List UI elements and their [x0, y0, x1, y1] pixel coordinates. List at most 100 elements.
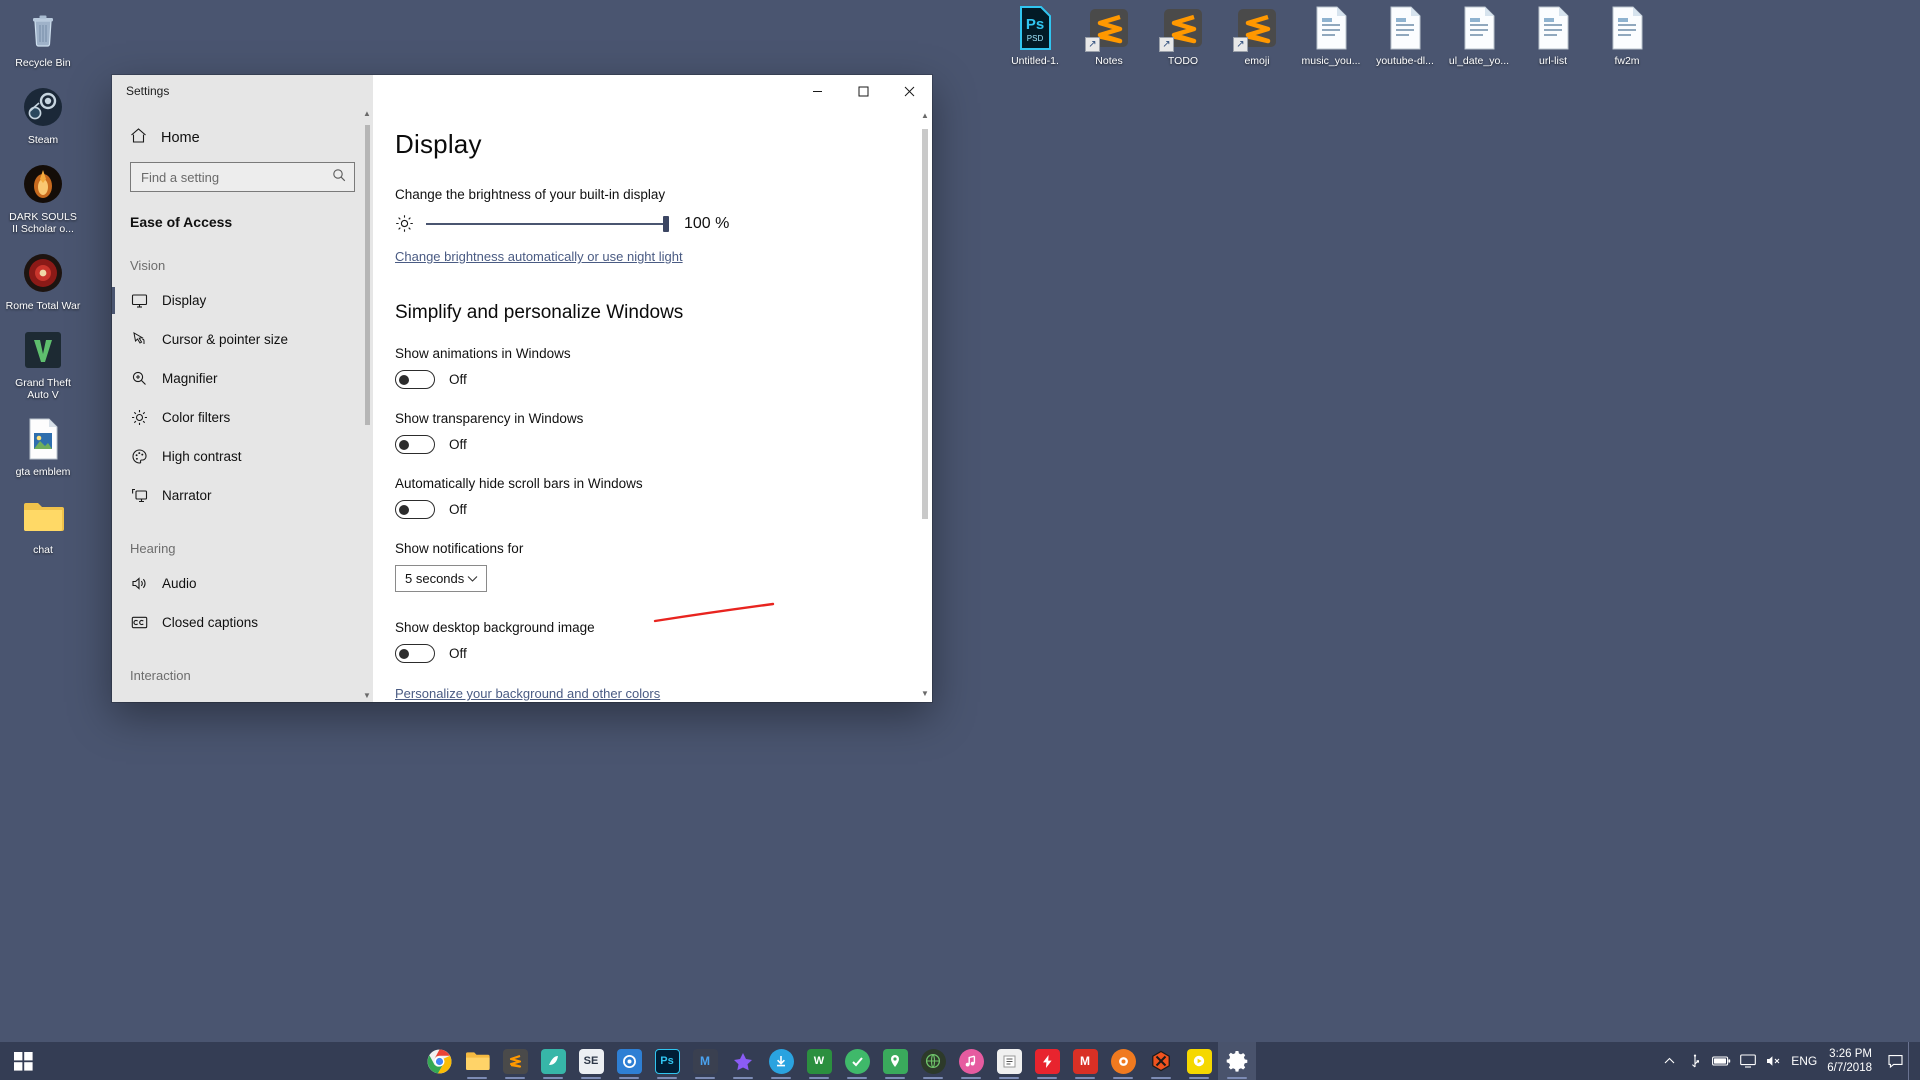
scroll-down-icon[interactable]: ▼	[921, 689, 929, 698]
window-controls	[373, 75, 932, 107]
brightness-value: 100 %	[684, 215, 730, 232]
taskbar-app-note[interactable]	[990, 1042, 1028, 1080]
action-center-icon[interactable]	[1882, 1042, 1908, 1080]
taskbar-app-globe[interactable]	[914, 1042, 952, 1080]
taskbar-apps: SE Ps M W M	[420, 1042, 1256, 1080]
search-input[interactable]	[141, 169, 332, 185]
taskbar-app-green[interactable]	[838, 1042, 876, 1080]
taskbar-app-hexagon[interactable]	[1142, 1042, 1180, 1080]
change-brightness-link[interactable]: Change brightness automatically or use n…	[395, 249, 683, 264]
taskbar-app-orange[interactable]	[1104, 1042, 1142, 1080]
content-scrollbar-thumb[interactable]	[922, 129, 928, 519]
brightness-slider-row: 100 %	[395, 214, 918, 234]
brightness-slider[interactable]	[426, 214, 669, 234]
desktop-icon-music-you[interactable]: music_you...	[1294, 4, 1368, 67]
taskbar-app-bolt[interactable]	[1028, 1042, 1066, 1080]
taskbar-running-indicator	[1189, 1077, 1209, 1079]
image-file-icon	[19, 415, 67, 463]
personalize-background-link[interactable]: Personalize your background and other co…	[395, 686, 660, 701]
show-transparency-toggle[interactable]	[395, 435, 435, 454]
desktop-icon-label: youtube-dl...	[1376, 55, 1434, 67]
sidebar-item-audio[interactable]: Audio	[112, 564, 373, 603]
taskbar-app-teal[interactable]	[534, 1042, 572, 1080]
desktop-icon-rome-total-war[interactable]: Rome Total War	[4, 249, 82, 312]
desktop-icon-ul-date-yo[interactable]: ul_date_yo...	[1442, 4, 1516, 67]
sidebar-item-color-filters[interactable]: Color filters	[112, 398, 373, 437]
taskbar-app-map[interactable]	[876, 1042, 914, 1080]
clock[interactable]: 3:26 PM 6/7/2018	[1821, 1042, 1882, 1080]
volume-icon[interactable]	[1761, 1042, 1787, 1080]
taskbar-app-file-explorer[interactable]	[458, 1042, 496, 1080]
sidebar-item-home[interactable]: Home	[112, 117, 373, 158]
scroll-up-icon[interactable]: ▲	[921, 111, 929, 120]
desktop-icon-fw2m[interactable]: fw2m	[1590, 4, 1664, 67]
desktop-icon-url-list[interactable]: url-list	[1516, 4, 1590, 67]
taskbar-app-gmail[interactable]: M	[1066, 1042, 1104, 1080]
notification-duration-dropdown[interactable]: 5 seconds	[395, 565, 487, 592]
taskbar-app-photoshop[interactable]: Ps	[648, 1042, 686, 1080]
scroll-up-icon[interactable]: ▲	[363, 109, 371, 118]
desktop-icon-label: DARK SOULS II Scholar o...	[9, 211, 77, 236]
taskbar-app-sublime-text[interactable]	[496, 1042, 534, 1080]
scroll-down-icon[interactable]: ▼	[363, 691, 371, 700]
shortcut-arrow-icon: ↗	[1159, 37, 1174, 52]
desktop-icon-steam[interactable]: Steam	[4, 83, 82, 146]
sidebar-item-magnifier[interactable]: Magnifier	[112, 359, 373, 398]
taskbar-app-m[interactable]: M	[686, 1042, 724, 1080]
display-icon[interactable]	[1735, 1042, 1761, 1080]
sidebar-item-narrator[interactable]: Narrator	[112, 476, 373, 515]
desktop-icon-label: Grand Theft Auto V	[15, 377, 71, 402]
sidebar-scrollbar-thumb[interactable]	[365, 125, 370, 425]
desktop-icon-untitled-psd[interactable]: Ps PSD Untitled-1.	[998, 4, 1072, 67]
brightness-slider-thumb[interactable]	[663, 216, 669, 232]
search-icon[interactable]	[332, 168, 346, 187]
taskbar-running-indicator	[1227, 1077, 1247, 1079]
desktop-icon-label: emoji	[1244, 55, 1270, 67]
taskbar-app-se[interactable]: SE	[572, 1042, 610, 1080]
text-file-icon	[1307, 4, 1355, 52]
language-indicator[interactable]: ENG	[1787, 1042, 1821, 1080]
taskbar-app-download[interactable]	[762, 1042, 800, 1080]
desktop-icon-todo[interactable]: ↗ TODO	[1146, 4, 1220, 67]
start-button[interactable]	[0, 1042, 47, 1080]
show-desktop-button[interactable]	[1908, 1042, 1916, 1080]
search-box[interactable]	[130, 162, 355, 192]
sidebar-item-label: Magnifier	[162, 371, 218, 386]
show-animations-toggle[interactable]	[395, 370, 435, 389]
hide-scrollbars-toggle[interactable]	[395, 500, 435, 519]
content-scrollbar[interactable]: ▲ ▼	[918, 107, 932, 702]
minimize-button[interactable]	[794, 75, 840, 107]
close-button[interactable]	[886, 75, 932, 107]
chevron-up-icon[interactable]	[1656, 1042, 1682, 1080]
usb-icon[interactable]	[1682, 1042, 1708, 1080]
desktop-icon-chat[interactable]: chat	[4, 493, 82, 556]
taskbar-app-purple[interactable]	[724, 1042, 762, 1080]
battery-icon[interactable]	[1708, 1042, 1735, 1080]
taskbar-app-settings[interactable]	[1218, 1042, 1256, 1080]
desktop-icon-gta-emblem[interactable]: gta emblem	[4, 415, 82, 478]
desktop-icon-recycle-bin[interactable]: Recycle Bin	[4, 6, 82, 69]
taskbar-app-chrome[interactable]	[420, 1042, 458, 1080]
toggle-knob	[399, 648, 409, 659]
taskbar-app-itunes[interactable]	[952, 1042, 990, 1080]
desktop-icon-emoji[interactable]: ↗ emoji	[1220, 4, 1294, 67]
brightness-label: Change the brightness of your built-in d…	[395, 187, 666, 202]
taskbar-app-player[interactable]	[1180, 1042, 1218, 1080]
show-desktop-background-toggle[interactable]	[395, 644, 435, 663]
sublime-text-icon: ↗	[1085, 4, 1133, 52]
sidebar-item-cursor-pointer-size[interactable]: Cursor & pointer size	[112, 320, 373, 359]
taskbar-running-indicator	[1075, 1077, 1095, 1079]
desktop-icon-notes[interactable]: ↗ Notes	[1072, 4, 1146, 67]
sidebar-item-display[interactable]: Display	[112, 281, 373, 320]
window-titlebar[interactable]: Settings	[112, 75, 932, 107]
orange-app-icon	[1110, 1048, 1136, 1074]
sidebar-item-closed-captions[interactable]: Closed captions	[112, 603, 373, 642]
taskbar-app-w[interactable]: W	[800, 1042, 838, 1080]
taskbar-app-blue[interactable]	[610, 1042, 648, 1080]
desktop-icon-gta-v[interactable]: Grand Theft Auto V	[4, 326, 82, 401]
maximize-button[interactable]	[840, 75, 886, 107]
download-icon	[768, 1048, 794, 1074]
desktop-icon-dark-souls[interactable]: DARK SOULS II Scholar o...	[4, 160, 82, 235]
desktop-icon-youtube-dl[interactable]: youtube-dl...	[1368, 4, 1442, 67]
sidebar-item-high-contrast[interactable]: High contrast	[112, 437, 373, 476]
